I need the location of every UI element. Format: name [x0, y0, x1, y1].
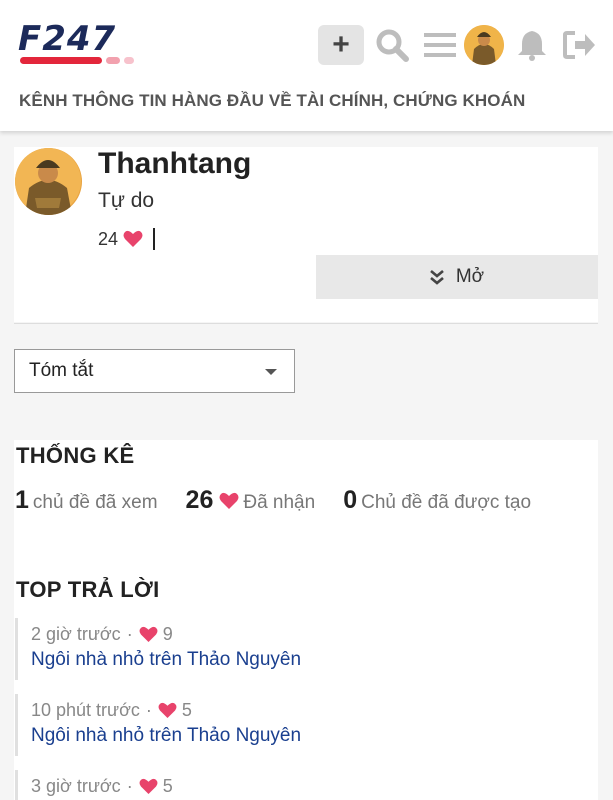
profile-card: Thanhtang Tự do 24 Mở — [14, 147, 598, 322]
heart-icon — [139, 778, 158, 795]
logo-text: F247 — [18, 19, 117, 59]
profile-title: Tự do — [98, 189, 155, 212]
reply-meta: 2 giờ trước · 9 — [31, 624, 595, 645]
reply-meta: 3 giờ trước · 5 — [31, 776, 595, 797]
separator: · — [126, 776, 133, 796]
heart-icon — [219, 492, 239, 510]
stat-label: Đã nhận — [243, 492, 316, 513]
logo-underline — [20, 57, 134, 64]
profile-username: Thanhtang — [98, 147, 252, 180]
reply-item: 3 giờ trước · 5 — [15, 770, 595, 800]
site-tagline: KÊNH THÔNG TIN HÀNG ĐẦU VỀ TÀI CHÍNH, CH… — [19, 91, 526, 110]
reply-item: 10 phút trước · 5 Ngôi nhà nhỏ trên Thảo… — [15, 694, 595, 756]
expand-profile-button[interactable]: Mở — [316, 255, 598, 299]
top-replies-title: TOP TRẢ LỜI — [16, 577, 160, 602]
summary-select[interactable]: Tóm tắt — [14, 349, 295, 393]
heart-icon — [123, 230, 143, 248]
site-logo[interactable]: F247 — [18, 22, 168, 66]
stat-value: 0 — [343, 486, 358, 514]
menu-icon[interactable] — [420, 25, 460, 65]
heart-icon — [158, 702, 177, 719]
summary-select-value: Tóm tắt — [29, 360, 94, 381]
reply-meta: 10 phút trước · 5 — [31, 700, 595, 721]
reply-likes: 5 — [181, 700, 192, 720]
separator: · — [126, 624, 133, 644]
stat-topics-viewed: 1 chủ đề đã xem — [15, 486, 158, 515]
reply-time: 3 giờ trước — [31, 776, 121, 796]
reply-item: 2 giờ trước · 9 Ngôi nhà nhỏ trên Thảo N… — [15, 618, 595, 680]
stat-likes-received: 26 Đã nhận — [186, 486, 316, 515]
search-icon[interactable] — [372, 25, 412, 65]
reply-topic-link[interactable]: Ngôi nhà nhỏ trên Thảo Nguyên — [31, 725, 595, 747]
header-actions: + — [318, 25, 600, 65]
profile-likes: 24 — [98, 228, 156, 250]
section-divider — [14, 323, 598, 324]
reply-time: 10 phút trước — [31, 700, 140, 720]
likes-count: 24 — [98, 228, 119, 249]
reply-topic-link[interactable]: Ngôi nhà nhỏ trên Thảo Nguyên — [31, 649, 595, 671]
create-topic-button[interactable]: + — [318, 25, 364, 65]
reply-likes: 9 — [162, 624, 173, 644]
stat-value: 26 — [185, 486, 214, 514]
logout-icon[interactable] — [560, 25, 600, 65]
stats-panel: THỐNG KÊ 1 chủ đề đã xem 26 Đã nhận 0 Ch… — [14, 440, 598, 800]
text-cursor — [153, 228, 156, 250]
separator: · — [145, 700, 152, 720]
site-header: F247 + KÊNH THÔNG TIN HÀNG ĐẦU VỀ TÀI CH… — [0, 0, 613, 131]
heart-icon — [139, 626, 158, 643]
reply-time: 2 giờ trước — [31, 624, 121, 644]
stats-title: THỐNG KÊ — [16, 443, 135, 468]
stat-value: 1 — [15, 486, 29, 514]
stat-label: Chủ đề đã được tạo — [361, 492, 532, 513]
reply-likes: 5 — [162, 776, 173, 796]
double-chevron-down-icon — [430, 269, 444, 285]
expand-label: Mở — [455, 266, 485, 287]
stat-topics-created: 0 Chủ đề đã được tạo — [343, 486, 531, 515]
stat-label: chủ đề đã xem — [32, 492, 158, 513]
bell-icon[interactable] — [512, 25, 552, 65]
caret-down-icon — [265, 369, 277, 375]
stats-row: 1 chủ đề đã xem 26 Đã nhận 0 Chủ đề đã đ… — [15, 486, 559, 515]
profile-avatar — [15, 148, 82, 215]
user-avatar-button[interactable] — [464, 25, 504, 65]
